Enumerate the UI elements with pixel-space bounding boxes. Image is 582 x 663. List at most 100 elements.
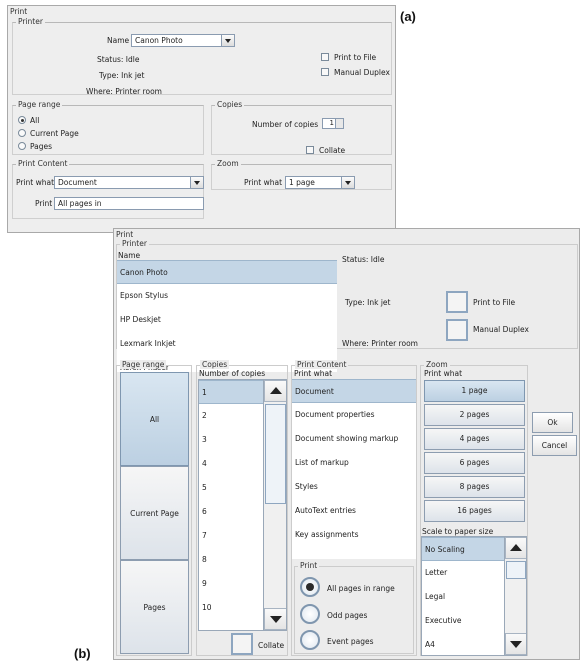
list-item[interactable]: Key assignments [292,523,416,547]
radio-all-label: All [30,116,40,125]
scroll-thumb[interactable] [265,404,286,504]
list-item[interactable]: 2 [199,404,263,428]
scale-list[interactable]: No Scaling Letter Legal Executive A4 [421,536,527,656]
figure-label-b: (b) [74,646,91,661]
page-range-group: Page range All Current Page Pages [116,360,192,656]
page-range-pages-button[interactable]: Pages [120,560,189,654]
radio-event-pages[interactable] [300,630,320,650]
printer-legend: Printer [120,239,149,248]
print-content-legend: Print Content [16,159,70,168]
print-to-file-label: Print to File [473,298,516,307]
chevron-down-icon[interactable] [221,35,234,46]
cancel-button[interactable]: Cancel [532,435,577,456]
dialog-title: Print [10,7,28,16]
ok-button[interactable]: Ok [532,412,573,433]
list-item[interactable]: Legal [422,585,504,609]
scroll-up-icon[interactable] [264,380,286,402]
list-item[interactable]: Epson Stylus [117,284,337,308]
scroll-thumb[interactable] [506,561,526,579]
copies-list[interactable]: 1 2 3 4 5 6 7 8 9 10 [198,379,287,631]
list-item[interactable]: A4 [422,633,504,655]
list-item[interactable]: Document properties [292,403,416,427]
printer-name-value: Canon Photo [135,36,183,45]
scroll-down-icon[interactable] [264,608,286,630]
printer-where: Where: Printer room [86,87,162,96]
page-range-current-page-button[interactable]: Current Page [120,466,189,560]
list-item[interactable]: AutoText entries [292,499,416,523]
print-what-list[interactable]: Document Document properties Document sh… [292,379,416,559]
zoom-16-pages-button[interactable]: 16 pages [424,500,525,522]
list-item[interactable]: Document showing markup [292,427,416,451]
radio-all-pages-in-range[interactable] [300,577,320,597]
radio-current-page[interactable] [18,129,26,137]
radio-current-page-label: Current Page [30,129,79,138]
zoom-group: Zoom Print what 1 page 2 pages 4 pages 6… [420,360,528,656]
list-item[interactable]: Lexmark Inkjet [117,332,337,356]
chevron-down-icon[interactable] [190,177,203,188]
list-item[interactable]: 9 [199,572,263,596]
manual-duplex-label: Manual Duplex [473,325,529,334]
print-what-label: Print what [16,178,55,187]
radio-odd-pages[interactable] [300,604,320,624]
printer-list[interactable]: Canon Photo Epson Stylus HP Deskjet Lexm… [117,260,337,372]
print-legend: Print [298,561,320,570]
list-item[interactable]: 7 [199,524,263,548]
copies-spinner[interactable]: 1 [322,118,344,129]
list-item[interactable]: No Scaling [422,537,504,561]
spinner-down-icon[interactable] [335,123,343,128]
zoom-1-page-button[interactable]: 1 page [424,380,525,402]
scroll-up-icon[interactable] [505,537,526,559]
print-content-group: Print Content Print what Document Docume… [291,360,417,656]
list-item[interactable]: 6 [199,500,263,524]
copies-group: Copies Number of copies 1 2 3 4 5 6 7 8 … [196,360,288,656]
radio-event-pages-label: Event pages [327,637,374,646]
collate-checkbox[interactable] [306,146,314,154]
list-item[interactable]: 1 [199,380,263,404]
list-item[interactable]: 4 [199,452,263,476]
list-item[interactable]: 8 [199,548,263,572]
zoom-print-what-combo[interactable]: 1 page [285,176,355,189]
radio-pages[interactable] [18,142,26,150]
list-item[interactable]: 3 [199,428,263,452]
zoom-8-pages-button[interactable]: 8 pages [424,476,525,498]
manual-duplex-checkbox[interactable] [321,68,329,76]
printer-type: Type: Ink jet [345,298,391,307]
printer-name-combo[interactable]: Canon Photo [131,34,235,47]
copies-scrollbar[interactable] [263,380,286,630]
radio-pages-label: Pages [30,142,53,151]
print-what-combo[interactable]: Document [54,176,204,189]
list-item[interactable]: 5 [199,476,263,500]
scroll-down-icon[interactable] [505,633,526,655]
list-item[interactable]: Document [292,379,416,403]
page-range-all-button[interactable]: All [120,372,189,466]
list-item[interactable]: Executive [422,609,504,633]
collate-checkbox[interactable] [231,633,253,655]
zoom-2-pages-button[interactable]: 2 pages [424,404,525,426]
list-item[interactable]: Canon Photo [117,260,337,284]
number-of-copies-label: Number of copies [252,120,319,129]
list-item[interactable]: Letter [422,561,504,585]
collate-label: Collate [319,146,346,155]
chevron-down-icon[interactable] [341,177,354,188]
print-combo[interactable]: All pages in [54,197,204,210]
printer-status: Status: Idle [97,55,140,64]
print-dialog-a: Print Printer Name Canon Photo Status: I… [7,5,396,233]
page-range-group: Page range All Current Page Pages [12,100,204,155]
scale-scrollbar[interactable] [504,537,526,655]
list-item[interactable]: HP Deskjet [117,308,337,332]
print-to-file-checkbox[interactable] [321,53,329,61]
print-to-file-checkbox[interactable] [446,291,468,313]
zoom-4-pages-button[interactable]: 4 pages [424,428,525,450]
zoom-legend: Zoom [424,360,450,369]
zoom-6-pages-button[interactable]: 6 pages [424,452,525,474]
name-label: Name [107,36,130,45]
list-item[interactable]: Styles [292,475,416,499]
collate-label: Collate [258,641,285,650]
manual-duplex-checkbox[interactable] [446,319,468,341]
radio-all[interactable] [18,116,26,124]
list-item[interactable]: List of markup [292,451,416,475]
printer-name-header: Name [118,251,141,260]
zoom-print-what-label: Print what [244,178,283,187]
list-item[interactable]: 10 [199,596,263,620]
print-subgroup: Print All pages in range Odd pages Event… [294,561,414,654]
